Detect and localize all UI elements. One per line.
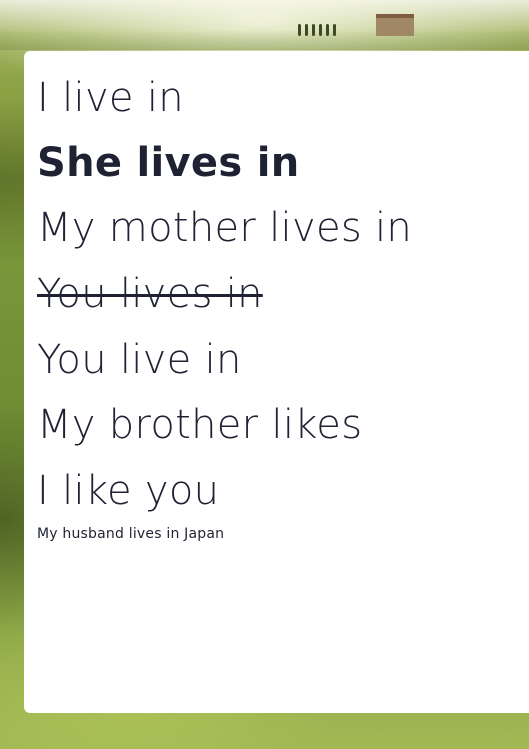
cypress-tree-icon <box>298 24 301 36</box>
cypress-tree-icon <box>326 24 329 36</box>
sentence-i-like-you: I like you <box>37 468 220 514</box>
sentence-she-lives-in: She lives in <box>37 140 300 186</box>
cypress-tree-icon <box>319 24 322 36</box>
sentence-i-live-in: I live in <box>37 75 184 121</box>
content-card: I live in She lives in My mother lives i… <box>24 51 529 713</box>
horizon-hills <box>0 30 529 50</box>
cypress-tree-icon <box>312 24 315 36</box>
cypress-tree-icon <box>305 24 308 36</box>
sentence-my-mother-lives-in: My mother lives in <box>37 205 413 251</box>
farmhouse-image <box>376 14 414 36</box>
caption-my-husband-lives-in-japan: My husband lives in Japan <box>37 526 225 542</box>
cypress-tree-icon <box>333 24 336 36</box>
sentence-you-lives-in-crossed-out: You lives in <box>37 271 263 317</box>
sentence-you-live-in: You live in <box>37 337 242 383</box>
sentence-my-brother-likes: My brother likes <box>37 402 363 448</box>
